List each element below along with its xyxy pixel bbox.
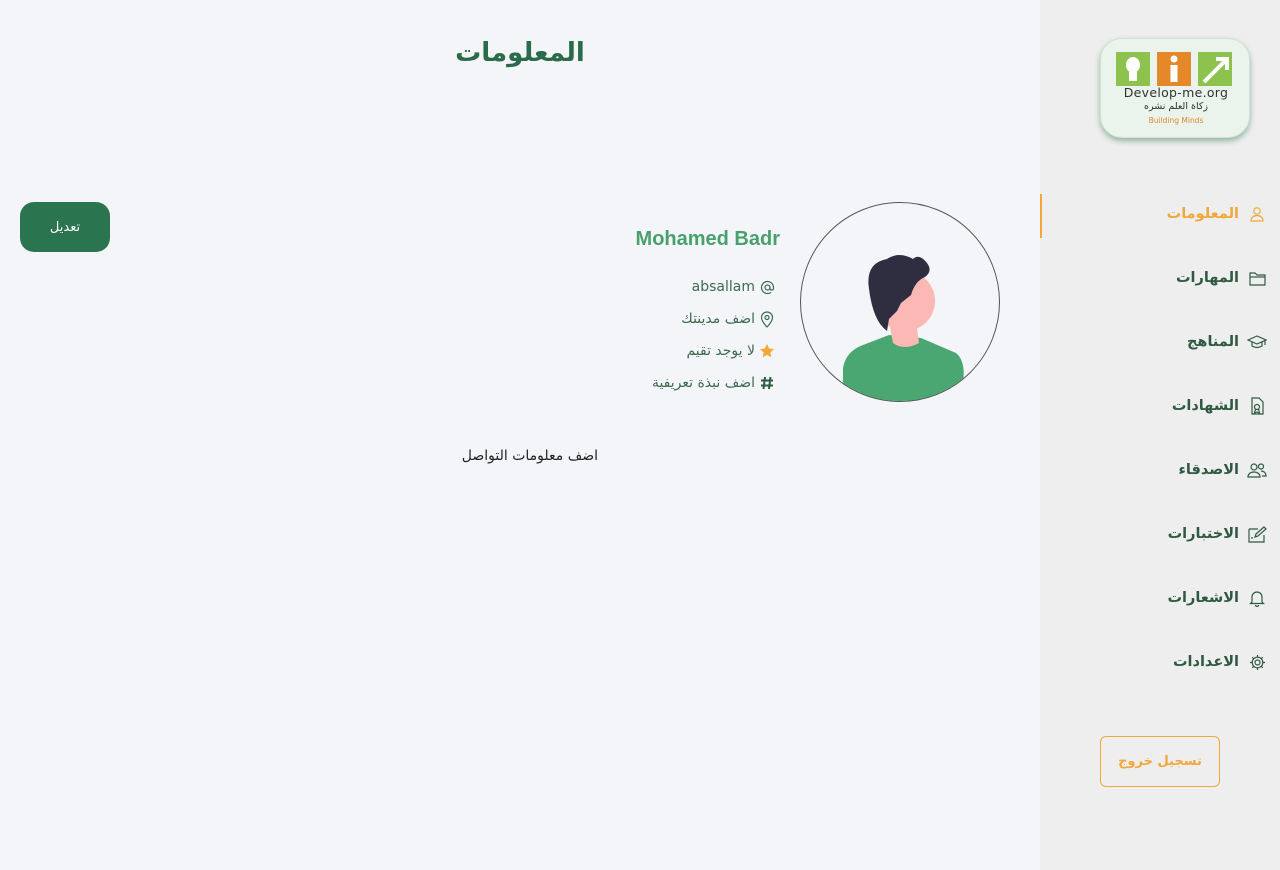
users-icon bbox=[1247, 460, 1267, 480]
user-icon bbox=[1247, 204, 1267, 224]
page-title: المعلومات bbox=[455, 38, 585, 68]
profile-name: Mohamed Badr bbox=[635, 228, 780, 250]
gear-icon bbox=[1247, 652, 1267, 672]
sidebar-item-skills[interactable]: المهارات bbox=[1040, 246, 1280, 310]
sidebar-item-label: الاشعارات bbox=[1167, 590, 1239, 606]
location-pin-icon bbox=[759, 310, 775, 328]
sidebar-item-label: الاعدادات bbox=[1172, 654, 1239, 670]
rating-row: لا يوجد تقيم bbox=[686, 343, 775, 359]
sidebar-nav: المعلومات المهارات المناهج الشهادات الاص… bbox=[1040, 182, 1280, 694]
at-icon bbox=[759, 279, 775, 295]
username-row: absallam bbox=[692, 279, 775, 295]
star-icon bbox=[759, 343, 775, 359]
sidebar-item-notifications[interactable]: الاشعارات bbox=[1040, 566, 1280, 630]
sidebar-item-label: المهارات bbox=[1175, 270, 1239, 286]
logo-url-text: Develop-me.org bbox=[1123, 85, 1229, 100]
logo-tagline: Building Minds bbox=[1148, 116, 1204, 125]
bell-icon bbox=[1247, 588, 1267, 608]
city-row[interactable]: اضف مدينتك bbox=[681, 310, 775, 328]
certificate-icon bbox=[1247, 396, 1267, 416]
sidebar-item-label: الشهادات bbox=[1171, 398, 1239, 414]
sidebar-item-label: الاختبارات bbox=[1167, 526, 1239, 542]
bio-text: اضف نبذة تعريفية bbox=[651, 375, 755, 391]
sidebar-item-label: المعلومات bbox=[1166, 206, 1239, 222]
folder-icon bbox=[1247, 268, 1267, 288]
sidebar-item-certificates[interactable]: الشهادات bbox=[1040, 374, 1280, 438]
sidebar-item-label: المناهج bbox=[1186, 334, 1239, 350]
graduation-cap-icon bbox=[1247, 332, 1267, 352]
avatar[interactable] bbox=[800, 202, 1000, 402]
avatar-illustration-icon bbox=[843, 255, 964, 401]
logo-arabic-text: زكاة العلم نشره bbox=[1144, 101, 1208, 112]
logo[interactable]: Develop-me.org زكاة العلم نشره Building … bbox=[1100, 38, 1250, 138]
sidebar-item-label: الاصدقاء bbox=[1178, 462, 1239, 478]
sidebar-item-curricula[interactable]: المناهج bbox=[1040, 310, 1280, 374]
logo-tiles-icon bbox=[1116, 52, 1232, 86]
sidebar: Develop-me.org زكاة العلم نشره Building … bbox=[1040, 0, 1280, 870]
sidebar-item-tests[interactable]: الاختبارات bbox=[1040, 502, 1280, 566]
contact-info-link[interactable]: اضف معلومات التواصل bbox=[462, 448, 598, 464]
rating-text: لا يوجد تقيم bbox=[686, 343, 755, 359]
sidebar-item-info[interactable]: المعلومات bbox=[1040, 182, 1280, 246]
logout-button[interactable]: تسجيل خروج bbox=[1100, 736, 1220, 787]
edit-button[interactable]: تعديل bbox=[20, 202, 110, 252]
sidebar-item-friends[interactable]: الاصدقاء bbox=[1040, 438, 1280, 502]
city-text: اضف مدينتك bbox=[681, 311, 755, 327]
sidebar-item-settings[interactable]: الاعدادات bbox=[1040, 630, 1280, 694]
hash-icon bbox=[759, 375, 775, 391]
username-text: absallam bbox=[691, 279, 755, 295]
bio-row[interactable]: اضف نبذة تعريفية bbox=[652, 375, 775, 391]
edit-icon bbox=[1247, 524, 1267, 544]
